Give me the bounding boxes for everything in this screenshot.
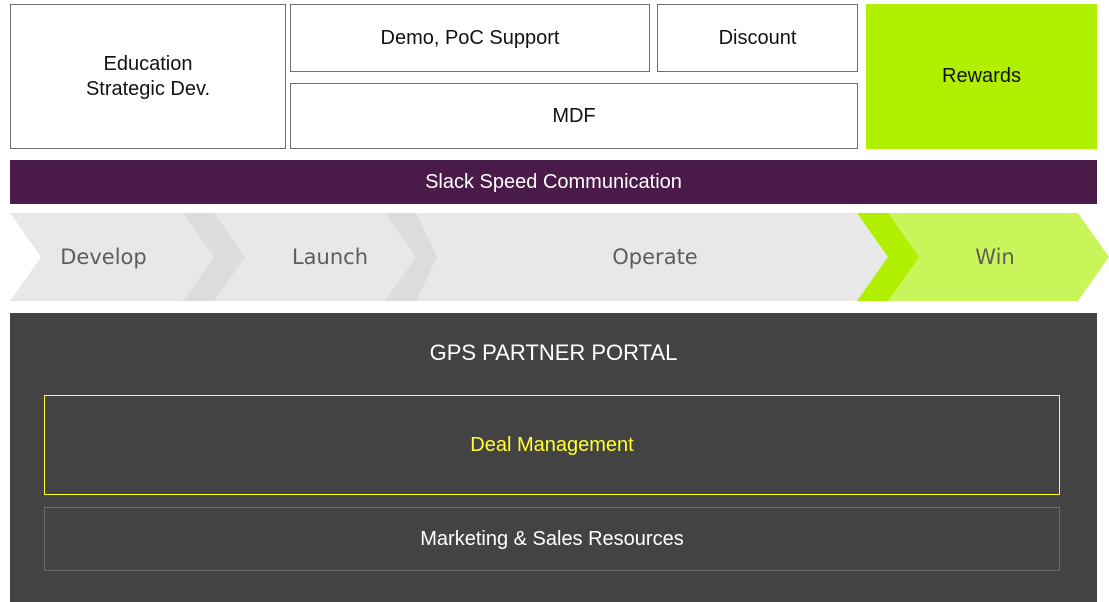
discount-box: Discount [657,4,858,72]
mdf-label: MDF [552,104,596,127]
slack-banner: Slack Speed Communication [10,160,1097,204]
demo-poc-box: Demo, PoC Support [290,4,650,72]
mdf-box: MDF [290,83,858,149]
demo-poc-label: Demo, PoC Support [380,26,560,49]
education-label: Education Strategic Dev. [85,52,211,100]
education-box: Education Strategic Dev. [10,4,286,149]
stage-operate-label: Operate [612,245,698,269]
stage-develop-label: Develop [60,245,147,269]
rewards-box: Rewards [866,4,1097,149]
slack-banner-label: Slack Speed Communication [425,170,682,193]
discount-label: Discount [718,26,797,49]
deal-management-label: Deal Management [470,433,634,456]
marketing-resources-box: Marketing & Sales Resources [44,507,1060,571]
rewards-label: Rewards [942,65,1021,87]
stage-launch-label: Launch [291,245,369,269]
marketing-resources-label: Marketing & Sales Resources [420,527,684,550]
stage-win-label: Win [975,245,1015,269]
portal-title: GPS PARTNER PORTAL [429,340,678,365]
partner-portal: GPS PARTNER PORTAL Deal Management Marke… [10,313,1097,602]
deal-management-box: Deal Management [44,395,1060,495]
